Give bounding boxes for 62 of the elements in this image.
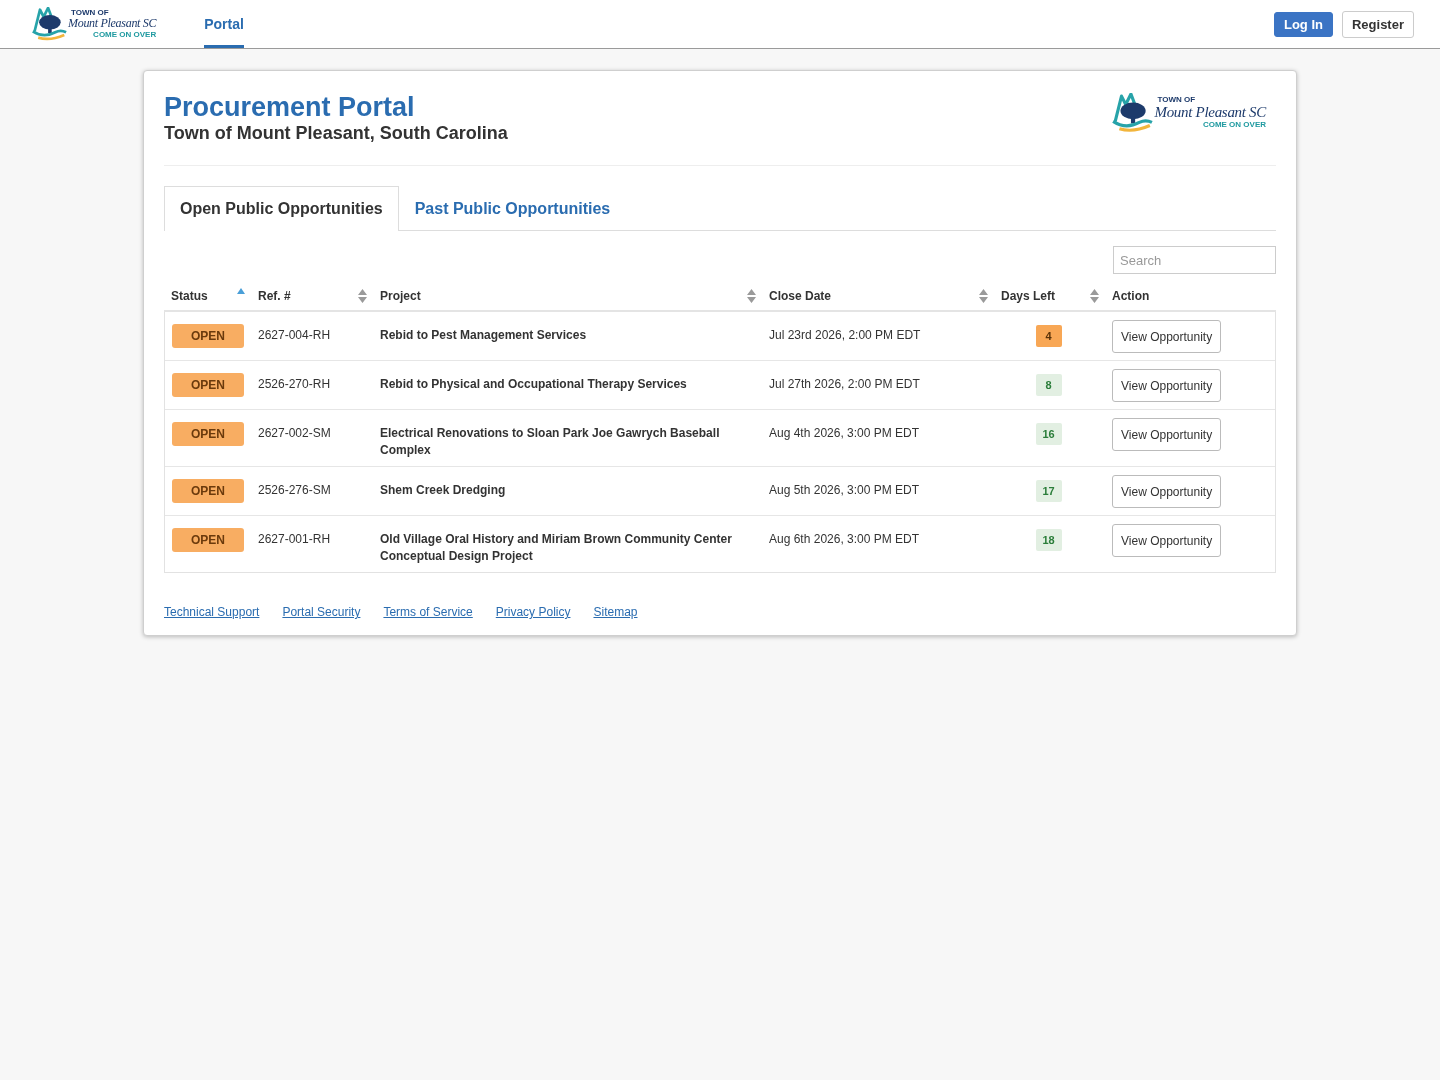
- days-left-badge: 18: [1035, 529, 1062, 551]
- view-opportunity-button[interactable]: View Opportunity: [1112, 418, 1222, 451]
- footer-link[interactable]: Portal Security: [282, 605, 361, 619]
- column-header[interactable]: Status: [164, 282, 250, 310]
- register-button[interactable]: Register: [1341, 10, 1414, 38]
- logo-small-text: TOWN OF: [71, 9, 110, 17]
- view-opportunity-button[interactable]: View Opportunity: [1112, 524, 1222, 557]
- table-cell-text: 2526-270-RH: [257, 376, 332, 393]
- table-cell-text: Jul 23rd 2026, 2:00 PM EDT: [768, 327, 922, 344]
- days-left-badge: 16: [1035, 423, 1062, 445]
- logo-name-text: Mount Pleasant SC: [68, 17, 157, 30]
- table-cell-text: Electrical Renovations to Sloan Park Joe Gawrych Baseball Complex: [379, 425, 721, 459]
- logo-small-text: TOWN OF: [1157, 96, 1197, 105]
- page-title: Procurement Portal: [164, 91, 416, 123]
- table-cell-text: Aug 4th 2026, 3:00 PM EDT: [768, 425, 921, 442]
- table-cell-text: Rebid to Physical and Occupational Therapy Services: [379, 376, 688, 393]
- nav-tab[interactable]: Portal: [204, 0, 244, 48]
- table-cell-text: Aug 5th 2026, 3:00 PM EDT: [768, 482, 921, 499]
- logo-tagline: COME ON OVER: [93, 30, 157, 39]
- table-cell-text: 2627-002-SM: [257, 425, 332, 442]
- sort-icon: [358, 289, 367, 303]
- sort-icon: [747, 289, 756, 303]
- status-badge: OPEN: [172, 373, 244, 397]
- logo-tagline: COME ON OVER: [1202, 120, 1266, 130]
- table-cell-text: Rebid to Pest Management Services: [379, 327, 588, 344]
- column-header[interactable]: Project: [372, 282, 761, 310]
- column-header[interactable]: Close Date: [761, 282, 993, 310]
- tree-logo-icon: [1111, 93, 1154, 133]
- footer-link[interactable]: Sitemap: [593, 605, 638, 619]
- footer-link[interactable]: Technical Support: [164, 605, 260, 619]
- view-opportunity-button[interactable]: View Opportunity: [1112, 475, 1222, 508]
- column-header[interactable]: Days Left: [993, 282, 1104, 310]
- status-badge: OPEN: [172, 479, 244, 503]
- table-cell-text: 2526-276-SM: [257, 482, 332, 499]
- table-cell-text: Old Village Oral History and Miriam Brown Community Center Conceptual Design Project: [379, 531, 733, 565]
- status-badge: OPEN: [172, 528, 244, 552]
- column-header: Action: [1111, 288, 1151, 305]
- status-badge: OPEN: [172, 324, 244, 348]
- sort-icon: [979, 289, 988, 303]
- days-left-badge: 4: [1035, 325, 1062, 347]
- days-left-badge: 17: [1035, 480, 1062, 502]
- sort-ascending-icon: [237, 288, 245, 294]
- table-cell-text: Aug 6th 2026, 3:00 PM EDT: [768, 531, 921, 548]
- footer-link[interactable]: Terms of Service: [383, 605, 473, 619]
- log-in-button[interactable]: Log In: [1273, 11, 1333, 37]
- search-field[interactable]: Search: [1113, 246, 1276, 274]
- table-cell-text: 2627-004-RH: [257, 327, 332, 344]
- footer-link[interactable]: Privacy Policy: [495, 605, 571, 619]
- page-subtitle: Town of Mount Pleasant, South Carolina: [164, 123, 508, 143]
- logo-name-text: Mount Pleasant SC: [1154, 104, 1266, 121]
- table-cell-text: Jul 27th 2026, 2:00 PM EDT: [768, 376, 921, 393]
- tree-logo-icon: [31, 6, 67, 42]
- column-header[interactable]: Ref. #: [250, 282, 372, 310]
- sort-icon: [1090, 289, 1099, 303]
- tab[interactable]: Past Public Opportunities: [398, 186, 627, 231]
- table-cell-text: 2627-001-RH: [257, 531, 332, 548]
- table-cell-text: Shem Creek Dredging: [379, 482, 507, 499]
- status-badge: OPEN: [172, 422, 244, 446]
- days-left-badge: 8: [1035, 374, 1062, 396]
- view-opportunity-button[interactable]: View Opportunity: [1112, 369, 1222, 402]
- tab[interactable]: Open Public Opportunities: [164, 186, 399, 231]
- view-opportunity-button[interactable]: View Opportunity: [1112, 320, 1222, 353]
